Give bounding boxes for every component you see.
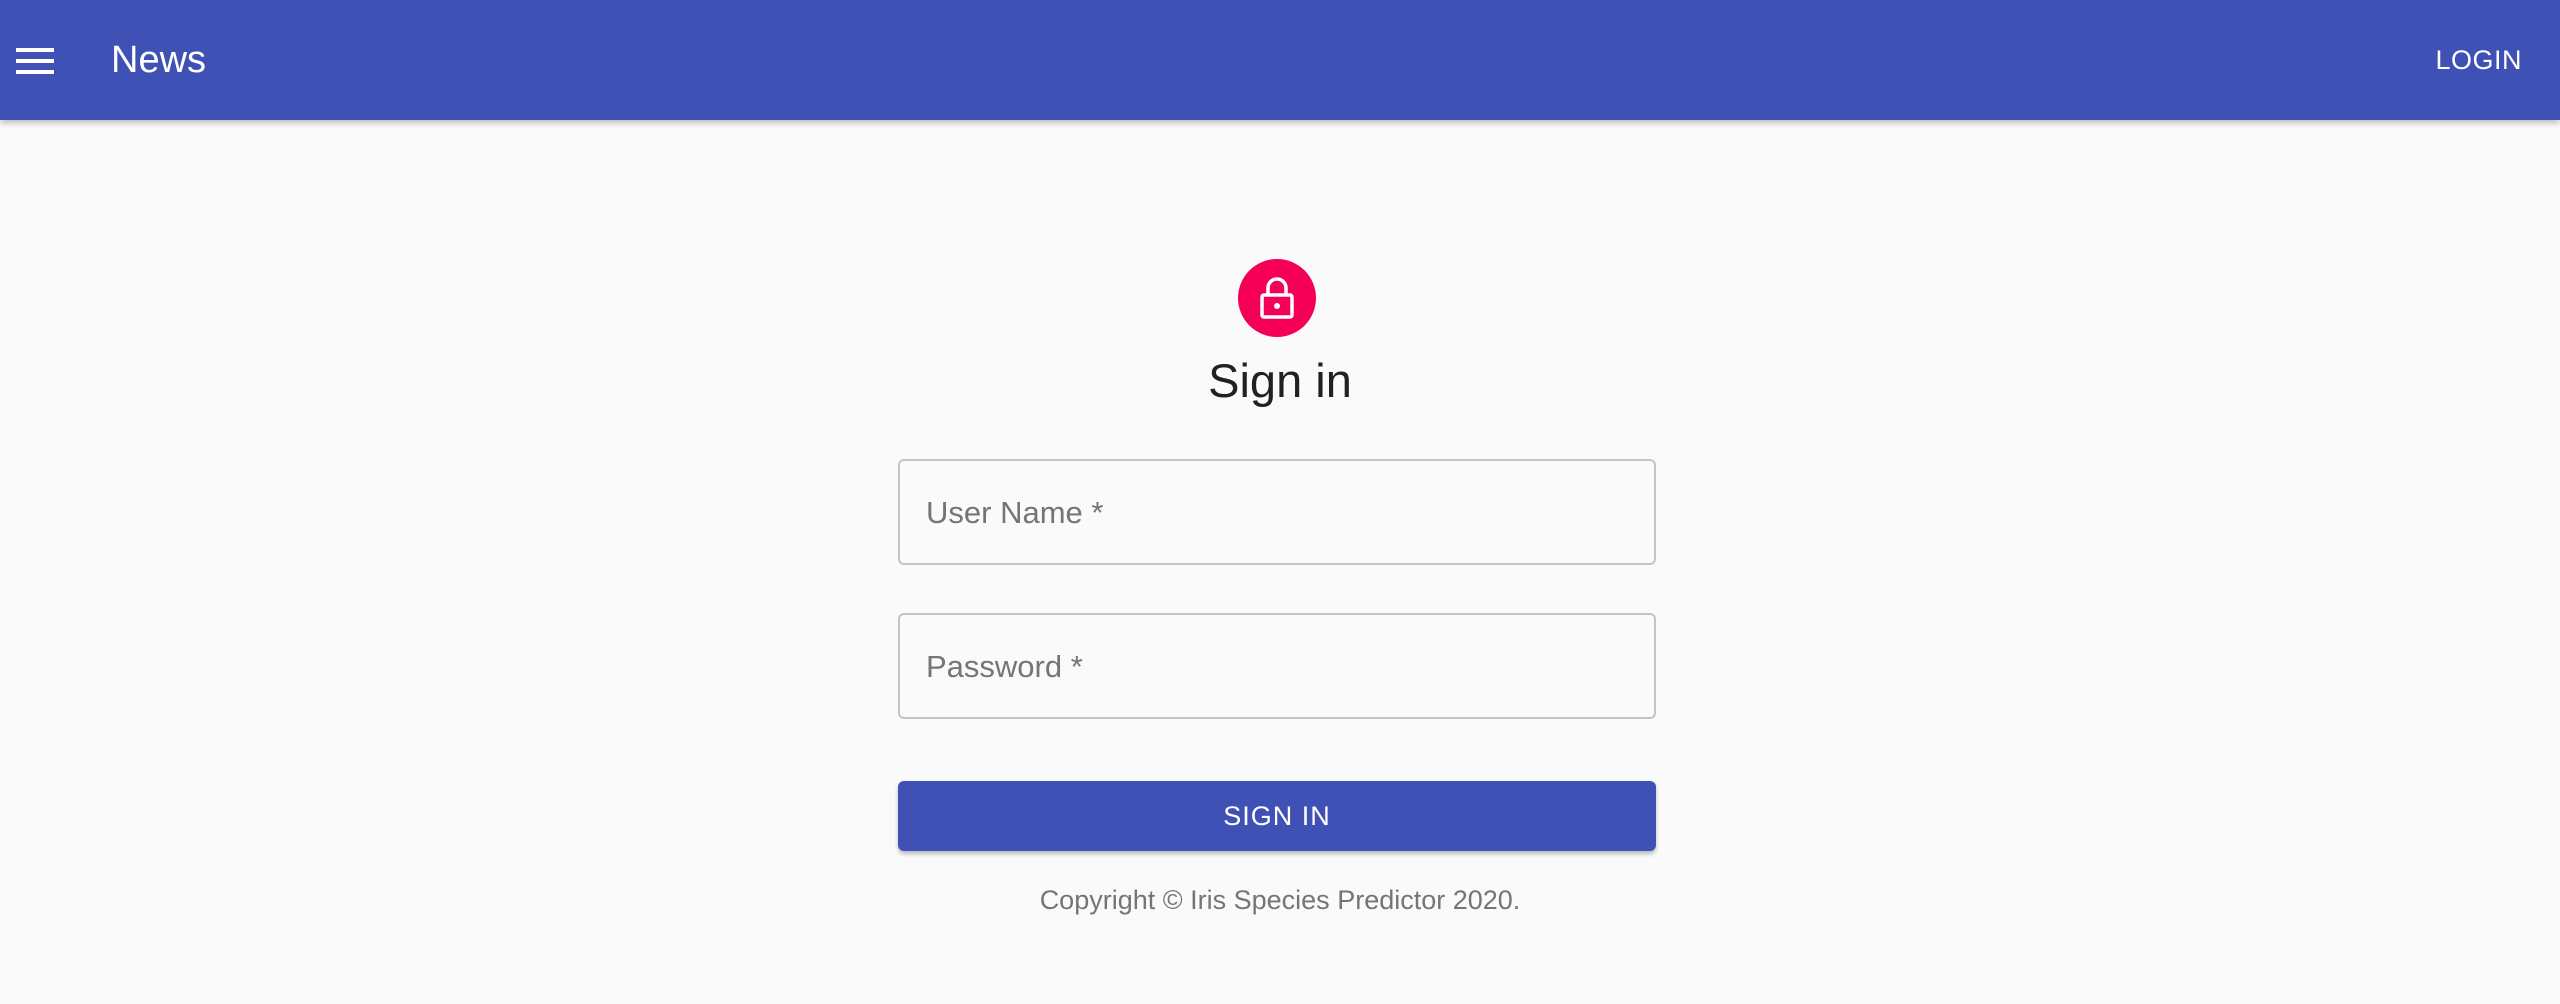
app-bar: News LOGIN (0, 0, 2560, 120)
lock-avatar (1238, 259, 1316, 337)
login-button[interactable]: LOGIN (2435, 40, 2522, 80)
password-input[interactable] (900, 615, 1654, 717)
password-field[interactable]: Password * (898, 613, 1656, 719)
menu-icon (16, 48, 54, 74)
lock-icon (1260, 277, 1294, 319)
username-input[interactable] (900, 461, 1654, 563)
menu-button[interactable] (10, 36, 60, 86)
copyright-text: Copyright © Iris Species Predictor 2020. (1039, 885, 1521, 915)
page-title: Sign in (1208, 354, 1352, 407)
app-title: News (111, 39, 207, 81)
username-field[interactable]: User Name * (898, 459, 1656, 565)
sign-in-button[interactable]: SIGN IN (898, 781, 1656, 851)
